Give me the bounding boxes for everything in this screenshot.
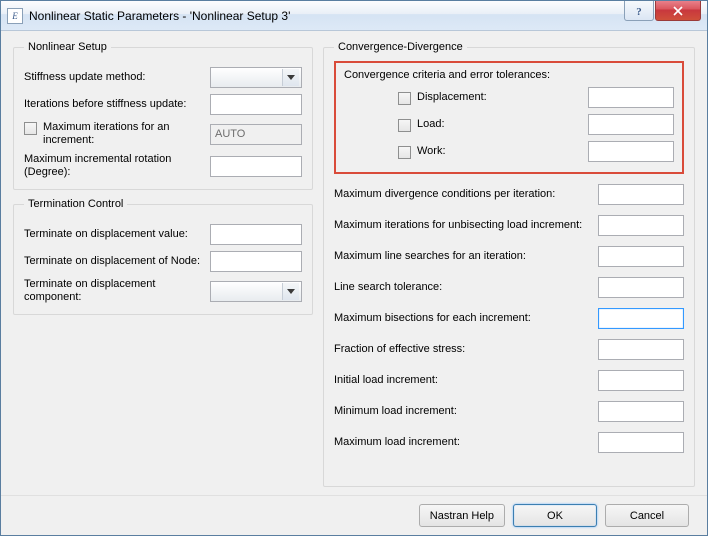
min-increment-label: Minimum load increment: — [334, 405, 590, 418]
line-search-tol-input[interactable] — [598, 277, 684, 298]
convergence-divergence-group: Convergence-Divergence Convergence crite… — [323, 41, 695, 487]
max-rotation-input[interactable] — [210, 156, 302, 177]
help-button[interactable]: ? — [624, 1, 654, 21]
fraction-stress-input[interactable] — [598, 339, 684, 360]
svg-text:?: ? — [636, 6, 642, 17]
criteria-highlight-box: Convergence criteria and error tolerance… — [334, 61, 684, 174]
button-bar: Nastran Help OK Cancel — [1, 495, 707, 535]
terminate-component-combo[interactable] — [210, 281, 302, 302]
displacement-checkbox[interactable] — [398, 92, 411, 105]
terminate-node-input[interactable] — [210, 251, 302, 272]
min-increment-input[interactable] — [598, 401, 684, 422]
max-iterations-label: Maximum iterations for an increment: — [43, 121, 204, 147]
ok-button[interactable]: OK — [513, 504, 597, 527]
displacement-tolerance-input[interactable] — [588, 87, 674, 108]
max-iter-unbisect-input[interactable] — [598, 215, 684, 236]
close-button[interactable] — [655, 1, 701, 21]
max-iterations-checkbox[interactable] — [24, 122, 37, 135]
load-checkbox[interactable] — [398, 119, 411, 132]
convergence-divergence-legend: Convergence-Divergence — [334, 41, 467, 53]
nastran-help-button[interactable]: Nastran Help — [419, 504, 505, 527]
max-increment-label: Maximum load increment: — [334, 436, 590, 449]
stiffness-method-label: Stiffness update method: — [24, 71, 204, 84]
max-line-search-label: Maximum line searches for an iteration: — [334, 250, 590, 263]
titlebar[interactable]: E Nonlinear Static Parameters - 'Nonline… — [1, 1, 707, 31]
work-label: Work: — [417, 145, 582, 158]
max-iterations-input: AUTO — [210, 124, 302, 145]
nonlinear-setup-legend: Nonlinear Setup — [24, 41, 111, 53]
nonlinear-setup-group: Nonlinear Setup Stiffness update method:… — [13, 41, 313, 190]
terminate-disp-value-input[interactable] — [210, 224, 302, 245]
window-title: Nonlinear Static Parameters - 'Nonlinear… — [29, 9, 624, 23]
termination-control-legend: Termination Control — [24, 198, 127, 210]
iterations-before-update-label: Iterations before stiffness update: — [24, 98, 204, 111]
work-tolerance-input[interactable] — [588, 141, 674, 162]
terminate-node-label: Terminate on displacement of Node: — [24, 255, 204, 268]
chevron-down-icon — [282, 283, 299, 300]
termination-control-group: Termination Control Terminate on displac… — [13, 198, 313, 315]
cancel-button[interactable]: Cancel — [605, 504, 689, 527]
terminate-component-label: Terminate on displacement component: — [24, 278, 204, 304]
iterations-before-update-input[interactable] — [210, 94, 302, 115]
app-icon: E — [7, 8, 23, 24]
displacement-label: Displacement: — [417, 91, 582, 104]
dialog-content: Nonlinear Setup Stiffness update method:… — [1, 31, 707, 495]
max-increment-input[interactable] — [598, 432, 684, 453]
line-search-tol-label: Line search tolerance: — [334, 281, 590, 294]
initial-increment-input[interactable] — [598, 370, 684, 391]
terminate-disp-value-label: Terminate on displacement value: — [24, 228, 204, 241]
work-checkbox[interactable] — [398, 146, 411, 159]
chevron-down-icon — [282, 69, 299, 86]
max-divergence-input[interactable] — [598, 184, 684, 205]
load-tolerance-input[interactable] — [588, 114, 674, 135]
max-line-search-input[interactable] — [598, 246, 684, 267]
criteria-title: Convergence criteria and error tolerance… — [344, 69, 674, 81]
dialog-window: E Nonlinear Static Parameters - 'Nonline… — [0, 0, 708, 536]
max-rotation-label: Maximum incremental rotation (Degree): — [24, 153, 204, 179]
max-iter-unbisect-label: Maximum iterations for unbisecting load … — [334, 219, 590, 232]
fraction-stress-label: Fraction of effective stress: — [334, 343, 590, 356]
max-bisections-input[interactable] — [598, 308, 684, 329]
max-divergence-label: Maximum divergence conditions per iterat… — [334, 188, 590, 201]
load-label: Load: — [417, 118, 582, 131]
stiffness-method-combo[interactable] — [210, 67, 302, 88]
initial-increment-label: Initial load increment: — [334, 374, 590, 387]
max-bisections-label: Maximum bisections for each increment: — [334, 312, 590, 325]
